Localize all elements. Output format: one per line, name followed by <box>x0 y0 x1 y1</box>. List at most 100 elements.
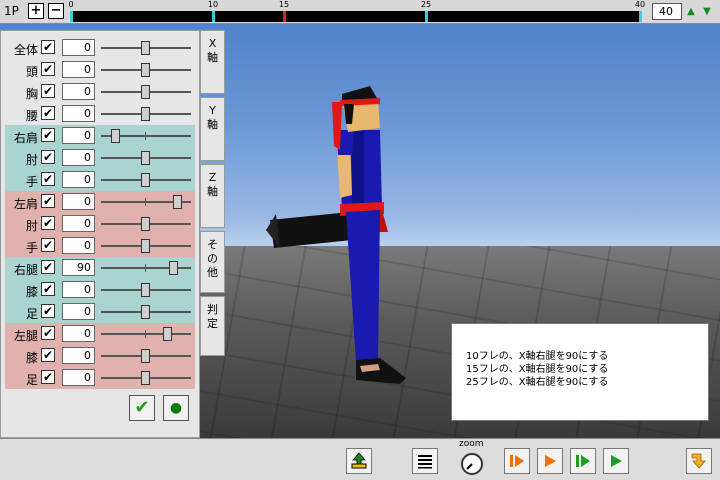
slider-knob[interactable] <box>163 327 172 341</box>
joint-label: 全体 <box>13 43 38 57</box>
keyframe-marker[interactable] <box>425 11 428 22</box>
remove-frame-button[interactable]: − <box>48 3 64 19</box>
joint-value-field[interactable]: 0 <box>62 325 95 342</box>
joint-slider[interactable] <box>101 151 191 165</box>
joint-value-field[interactable]: 0 <box>62 105 95 122</box>
record-dot-icon[interactable]: ● <box>163 395 189 421</box>
joint-checkbox[interactable]: ✔ <box>41 348 55 362</box>
joint-checkbox[interactable]: ✔ <box>41 62 55 76</box>
joint-value-field[interactable]: 0 <box>62 39 95 56</box>
joint-slider[interactable] <box>101 283 191 297</box>
joint-slider[interactable] <box>101 261 191 275</box>
play-icon[interactable] <box>537 448 563 474</box>
joint-value-field[interactable]: 0 <box>62 369 95 386</box>
add-frame-button[interactable]: + <box>28 3 44 19</box>
play-forward-icon[interactable] <box>603 448 629 474</box>
tab-z-axis[interactable]: Z 軸 <box>200 164 225 228</box>
slider-knob[interactable] <box>141 41 150 55</box>
joint-checkbox[interactable]: ✔ <box>41 194 55 208</box>
tab-judgement[interactable]: 判 定 <box>200 296 225 356</box>
slider-knob[interactable] <box>141 63 150 77</box>
zoom-dial-icon[interactable] <box>461 453 483 475</box>
joint-slider[interactable] <box>101 107 191 121</box>
joint-row: 左肩 ✔ 0 <box>5 191 195 213</box>
joint-checkbox[interactable]: ✔ <box>41 282 55 296</box>
step-forward-icon[interactable] <box>570 448 596 474</box>
joint-slider[interactable] <box>101 239 191 253</box>
joint-checkbox[interactable]: ✔ <box>41 106 55 120</box>
slider-knob[interactable] <box>141 173 150 187</box>
joint-value-field[interactable]: 0 <box>62 61 95 78</box>
joint-value-field[interactable]: 0 <box>62 193 95 210</box>
play-reverse-icon[interactable] <box>504 448 530 474</box>
joint-slider[interactable] <box>101 85 191 99</box>
frame-down-icon[interactable]: ▼ <box>700 4 714 19</box>
tab-other[interactable]: そ の 他 <box>200 231 225 293</box>
joint-checkbox[interactable]: ✔ <box>41 216 55 230</box>
joint-checkbox[interactable]: ✔ <box>41 260 55 274</box>
joint-value-field[interactable]: 0 <box>62 127 95 144</box>
joint-value-field[interactable]: 0 <box>62 281 95 298</box>
joint-row: 胸 ✔ 0 <box>5 81 195 103</box>
slider-knob[interactable] <box>173 195 182 209</box>
joint-checkbox[interactable]: ✔ <box>41 172 55 186</box>
joint-panel: 全体 ✔ 0 頭 ✔ 0 胸 ✔ 0 腰 ✔ 0 右肩 ✔ 0 肘 ✔ 0 手 … <box>0 30 200 438</box>
joint-value-field[interactable]: 0 <box>62 149 95 166</box>
joint-checkbox[interactable]: ✔ <box>41 326 55 340</box>
slider-knob[interactable] <box>141 239 150 253</box>
timeline-track[interactable]: 0 10 15 25 40 <box>68 0 645 22</box>
joint-checkbox[interactable]: ✔ <box>41 150 55 164</box>
joint-checkbox[interactable]: ✔ <box>41 304 55 318</box>
slider-knob[interactable] <box>169 261 178 275</box>
joint-value-field[interactable]: 90 <box>62 259 95 276</box>
joint-slider[interactable] <box>101 371 191 385</box>
slider-knob[interactable] <box>111 129 120 143</box>
keyframe-marker[interactable] <box>70 11 73 22</box>
joint-value-field[interactable]: 0 <box>62 215 95 232</box>
joint-checkbox[interactable]: ✔ <box>41 128 55 142</box>
frame-count-field[interactable]: 40 <box>652 3 682 20</box>
joint-slider[interactable] <box>101 129 191 143</box>
joint-value-field[interactable]: 0 <box>62 171 95 188</box>
confirm-check-icon[interactable]: ✔ <box>129 395 155 421</box>
tab-x-axis[interactable]: X 軸 <box>200 30 225 94</box>
keyframe-marker[interactable] <box>212 11 215 22</box>
joint-checkbox[interactable]: ✔ <box>41 238 55 252</box>
joint-slider[interactable] <box>101 217 191 231</box>
current-frame-marker[interactable] <box>283 11 286 22</box>
joint-slider[interactable] <box>101 195 191 209</box>
joint-slider[interactable] <box>101 63 191 77</box>
joint-value-field[interactable]: 0 <box>62 347 95 364</box>
slider-knob[interactable] <box>141 85 150 99</box>
joint-checkbox[interactable]: ✔ <box>41 40 55 54</box>
joint-value-field[interactable]: 0 <box>62 303 95 320</box>
joint-row: 右腿 ✔ 90 <box>5 257 195 279</box>
frame-up-icon[interactable]: ▲ <box>684 4 698 19</box>
joint-slider[interactable] <box>101 173 191 187</box>
joint-checkbox[interactable]: ✔ <box>41 84 55 98</box>
list-icon[interactable] <box>412 448 438 474</box>
joint-slider[interactable] <box>101 305 191 319</box>
slider-knob[interactable] <box>141 349 150 363</box>
export-icon[interactable] <box>346 448 372 474</box>
keyframe-log: 10フレの、X軸右腿を90にする 15フレの、X軸右腿を90にする 25フレの、… <box>451 323 709 421</box>
joint-row: 足 ✔ 0 <box>5 301 195 323</box>
joint-slider[interactable] <box>101 349 191 363</box>
slider-knob[interactable] <box>141 151 150 165</box>
return-arrow-icon[interactable] <box>686 448 712 474</box>
slider-knob[interactable] <box>141 283 150 297</box>
joint-label: 膝 <box>25 285 38 299</box>
slider-knob[interactable] <box>141 107 150 121</box>
joint-value-field[interactable]: 0 <box>62 237 95 254</box>
joint-label: 肘 <box>25 153 38 167</box>
joint-slider[interactable] <box>101 41 191 55</box>
joint-slider[interactable] <box>101 327 191 341</box>
joint-value-field[interactable]: 0 <box>62 83 95 100</box>
keyframe-marker[interactable] <box>639 11 642 22</box>
joint-checkbox[interactable]: ✔ <box>41 370 55 384</box>
slider-knob[interactable] <box>141 305 150 319</box>
joint-label: 胸 <box>25 87 38 101</box>
slider-knob[interactable] <box>141 371 150 385</box>
tab-y-axis[interactable]: Y 軸 <box>200 97 225 161</box>
slider-knob[interactable] <box>141 217 150 231</box>
